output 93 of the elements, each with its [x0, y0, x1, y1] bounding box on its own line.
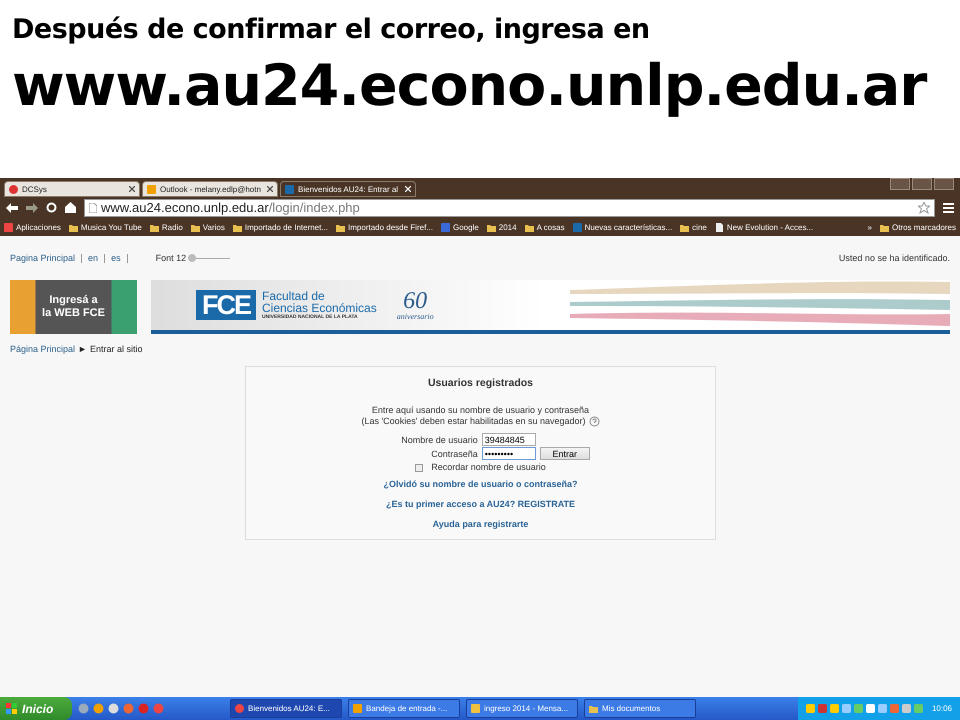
breadcrumb-current: Entrar al sitio: [90, 344, 142, 354]
quick-launch-icon[interactable]: [78, 703, 89, 714]
remember-label: Recordar nombre de usuario: [431, 462, 546, 473]
anniversary-word: aniversario: [396, 312, 434, 320]
font-size-label: Font 12: [156, 253, 186, 263]
app-icon: [353, 704, 362, 713]
username-label: Nombre de usuario: [401, 434, 478, 444]
bookmark[interactable]: Google: [440, 222, 479, 232]
taskbar-window[interactable]: Mis documentos: [584, 699, 696, 718]
app-icon: [471, 704, 480, 713]
slide-heading: Después de confirmar el correo, ingresa en: [12, 14, 651, 45]
site-icon: [9, 184, 18, 194]
anniversary-number: 60: [403, 290, 428, 312]
browser-tab[interactable]: Outlook - melany.edlp@hotn: [142, 181, 278, 197]
login-button[interactable]: Entrar: [540, 447, 590, 460]
taskbar-window[interactable]: Bandeja de entrada -...: [348, 699, 460, 718]
font-slider-thumb[interactable]: [188, 254, 196, 262]
minimize-button[interactable]: [890, 178, 910, 190]
more-bookmarks[interactable]: »: [868, 222, 872, 232]
remember-checkbox[interactable]: [415, 464, 424, 472]
login-status: Usted no se ha identificado.: [838, 253, 950, 263]
breadcrumb-separator: ►: [78, 344, 87, 354]
help-link[interactable]: ¿Es tu primer acceso a AU24? REGISTRATE: [386, 499, 576, 509]
quick-launch-icon[interactable]: [108, 703, 119, 714]
promo-banner[interactable]: Ingresá a la WEB FCE: [10, 280, 137, 334]
windows-logo-icon: [6, 702, 18, 714]
folder-icon: [486, 222, 496, 232]
forward-icon[interactable]: [26, 202, 38, 212]
site-icon: [714, 222, 724, 232]
folder-icon: [880, 222, 889, 232]
bookmark[interactable]: Varios: [190, 222, 225, 232]
bookmark[interactable]: Radio: [150, 222, 183, 232]
page-icon: [89, 202, 97, 212]
bookmark[interactable]: Importado de Internet...: [232, 222, 328, 232]
site-icon: [285, 184, 294, 194]
menu-icon[interactable]: [943, 202, 954, 212]
nav-link[interactable]: Pagina Principal: [10, 253, 76, 263]
clock: 10:06: [932, 704, 952, 713]
bookmark[interactable]: cine: [680, 222, 707, 232]
site-icon: [4, 222, 13, 232]
help-icon[interactable]: [588, 416, 600, 427]
url-text: www.au24.econo.unlp.edu.ar/login/index.php: [101, 200, 360, 215]
bookmark[interactable]: Nuevas características...: [572, 222, 672, 232]
panel-title: Usuarios registrados: [428, 377, 534, 389]
quick-launch-icon[interactable]: [93, 703, 104, 714]
reload-icon[interactable]: [46, 202, 57, 213]
site-icon: [147, 184, 156, 194]
back-icon[interactable]: [6, 202, 18, 212]
restore-button[interactable]: [912, 178, 932, 190]
nav-link[interactable]: en: [88, 253, 98, 263]
quick-launch-icon[interactable]: [123, 703, 134, 714]
site-icon: [572, 222, 582, 232]
intro-text: (Las 'Cookies' deben estar habilitadas en su navegador): [361, 416, 586, 427]
bookmark[interactable]: New Evolution - Acces...: [714, 222, 814, 232]
browser-tab[interactable]: DCSys: [4, 181, 140, 197]
folder-icon: [336, 222, 346, 232]
bookmark[interactable]: Importado desde Firef...: [336, 222, 433, 232]
home-icon[interactable]: [65, 202, 76, 213]
slide-url: www.au24.econo.unlp.edu.ar: [12, 53, 928, 119]
app-icon: [589, 704, 598, 713]
site-icon: [440, 222, 450, 232]
folder-icon: [524, 222, 534, 232]
address-bar[interactable]: www.au24.econo.unlp.edu.ar/login/index.php: [84, 198, 935, 216]
faculty-name: Facultad de: [262, 290, 326, 302]
help-link[interactable]: ¿Olvidó su nombre de usuario o contraseña?: [383, 479, 578, 489]
folder-icon: [680, 222, 690, 232]
password-label: Contraseña: [430, 448, 478, 458]
password-field[interactable]: •••••••••: [482, 447, 536, 460]
username-field[interactable]: 39484845: [482, 433, 536, 446]
folder-icon: [68, 222, 78, 232]
bookmark[interactable]: Aplicaciones: [4, 222, 61, 232]
close-icon[interactable]: [129, 186, 135, 192]
start-button[interactable]: Inicio: [0, 697, 72, 720]
folder-icon: [232, 222, 242, 232]
bookmark[interactable]: Musica You Tube: [68, 222, 142, 232]
intro-text: Entre aquí usando su nombre de usuario y contraseña: [372, 405, 590, 416]
browser-tab[interactable]: Bienvenidos AU24: Entrar al: [280, 181, 416, 197]
app-icon: [235, 704, 244, 713]
help-link[interactable]: Ayuda para registrarte: [432, 519, 528, 529]
faculty-logo: FCE: [196, 290, 256, 320]
bookmark-folder[interactable]: Otros marcadores: [880, 222, 956, 232]
taskbar-window[interactable]: Bienvenidos AU24: E...: [230, 699, 342, 718]
faculty-name: Ciencias Económicas: [262, 302, 377, 314]
star-icon[interactable]: [918, 202, 930, 214]
nav-link[interactable]: es: [111, 253, 121, 263]
folder-icon: [150, 222, 159, 232]
close-button[interactable]: [934, 178, 954, 190]
bookmark[interactable]: 2014: [486, 222, 517, 232]
breadcrumb-link[interactable]: Página Principal: [10, 344, 76, 354]
folder-icon: [190, 222, 200, 232]
bookmark[interactable]: A cosas: [524, 222, 565, 232]
taskbar-window[interactable]: ingreso 2014 - Mensa...: [466, 699, 578, 718]
close-icon[interactable]: [267, 186, 273, 192]
